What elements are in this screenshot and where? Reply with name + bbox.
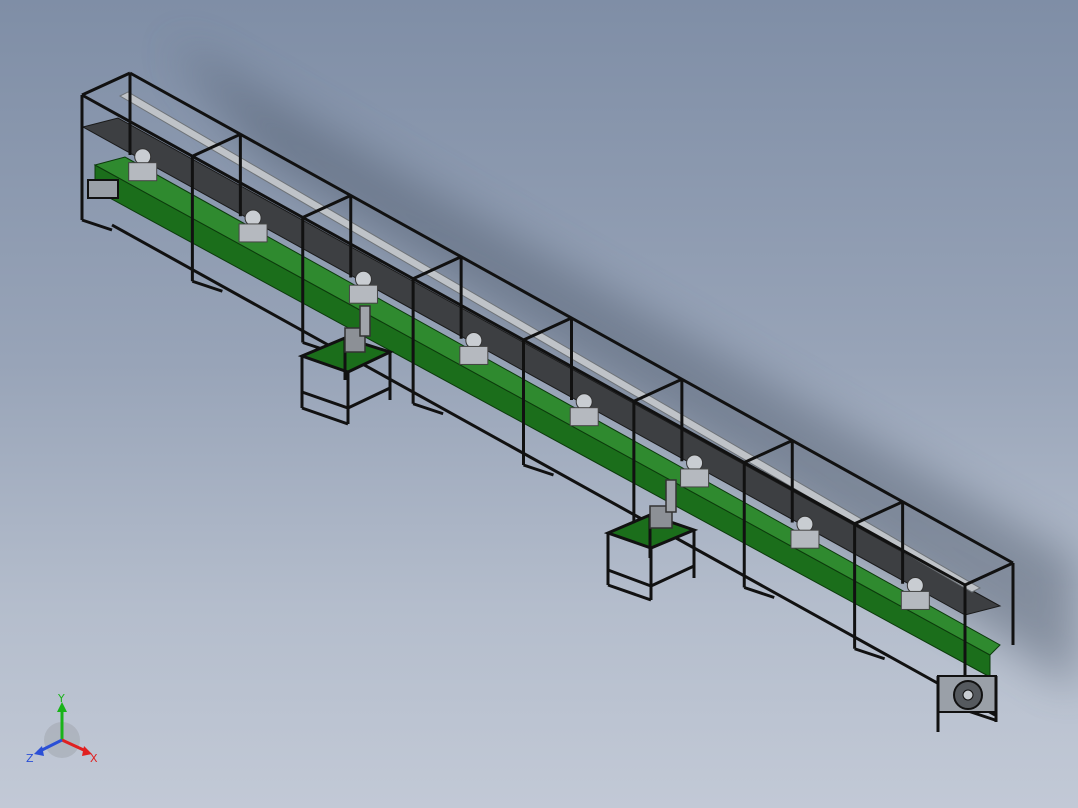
- fixture-body: [238, 223, 268, 243]
- cad-viewport[interactable]: Y X Z: [0, 0, 1078, 808]
- z-axis-arrow-icon: [34, 746, 44, 756]
- fixture-body: [569, 407, 599, 427]
- conveyor-belt-top: [93, 156, 1001, 656]
- y-axis-label: Y: [57, 692, 65, 705]
- coordinate-triad: Y X Z: [24, 692, 114, 772]
- assembly-line-model[interactable]: [0, 0, 1078, 808]
- upper-shelf: [81, 117, 1002, 616]
- frame-crossbar: [81, 71, 131, 97]
- fixture-group: [128, 148, 930, 610]
- fixture-body: [348, 284, 378, 304]
- frame-foot-rail: [81, 218, 113, 232]
- fixture-body: [900, 590, 930, 610]
- fixture-body: [459, 345, 489, 365]
- z-axis-label: Z: [26, 752, 34, 765]
- start-end-unit: [87, 179, 119, 199]
- top-rail: [118, 91, 982, 593]
- drive-motor-unit: [936, 675, 998, 732]
- fixture-body: [680, 468, 710, 488]
- fixture-body: [128, 162, 158, 182]
- fixture-body: [790, 529, 820, 549]
- x-axis-label: X: [90, 752, 98, 765]
